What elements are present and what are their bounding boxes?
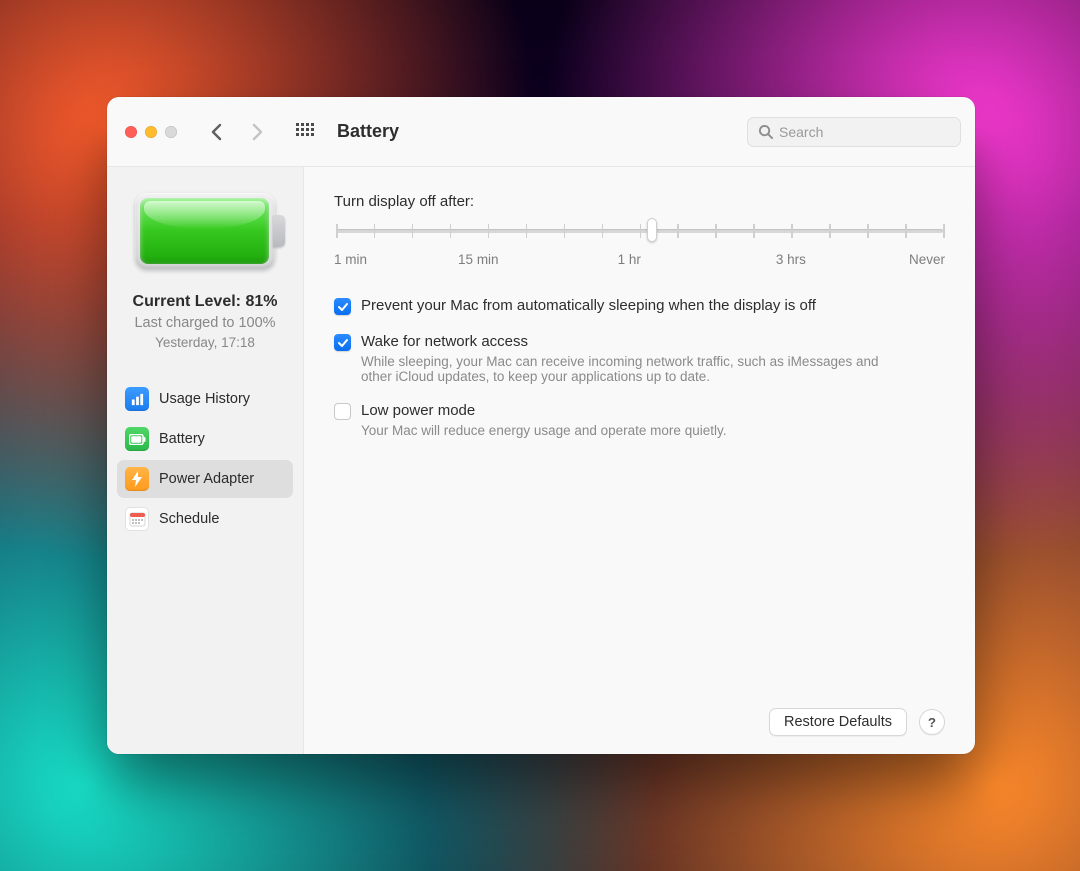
slider-tick-label: Never [909, 252, 945, 267]
close-window-button[interactable] [125, 126, 137, 138]
display-off-slider[interactable] [336, 222, 943, 238]
sidebar-nav: Usage History Battery Power Adapter [107, 380, 303, 538]
option-desc: While sleeping, your Mac can receive inc… [361, 354, 901, 384]
footer: Restore Defaults ? [334, 708, 945, 736]
preferences-window: Battery Current Level: 81% Last charged … [107, 97, 975, 754]
sidebar-item-label: Schedule [159, 511, 219, 527]
show-all-icon[interactable] [293, 120, 317, 144]
restore-defaults-button[interactable]: Restore Defaults [769, 708, 907, 736]
power-adapter-icon [125, 467, 149, 491]
slider-tick-label: 3 hrs [776, 252, 806, 267]
search-input[interactable] [779, 124, 950, 140]
titlebar: Battery [107, 97, 975, 167]
option-title: Low power mode [361, 402, 726, 419]
checkbox-prevent-sleep[interactable] [334, 298, 351, 315]
help-button[interactable]: ? [919, 709, 945, 735]
slider-tick-label: 15 min [458, 252, 499, 267]
usage-history-icon [125, 387, 149, 411]
battery-illustration-icon [135, 193, 275, 269]
option-low-power: Low power mode Your Mac will reduce ener… [334, 402, 945, 438]
battery-status: Current Level: 81% Last charged to 100% … [107, 293, 303, 350]
slider-tick-label: 1 hr [618, 252, 641, 267]
schedule-icon [125, 507, 149, 531]
search-icon [758, 124, 773, 139]
window-title: Battery [337, 121, 399, 142]
slider-thumb[interactable] [647, 218, 657, 242]
slider-tick-label: 1 min [334, 252, 367, 267]
sidebar-item-label: Battery [159, 431, 205, 447]
battery-icon [125, 427, 149, 451]
sidebar-item-power-adapter[interactable]: Power Adapter [117, 460, 293, 498]
sidebar-item-label: Usage History [159, 391, 250, 407]
sidebar-item-schedule[interactable]: Schedule [117, 500, 293, 538]
forward-button[interactable] [245, 120, 269, 144]
current-level: Current Level: 81% [117, 293, 293, 311]
window-controls [125, 126, 177, 138]
sidebar-item-usage-history[interactable]: Usage History [117, 380, 293, 418]
options-list: Prevent your Mac from automatically slee… [334, 297, 945, 438]
slider-label: Turn display off after: [334, 193, 945, 210]
zoom-window-button[interactable] [165, 126, 177, 138]
search-field[interactable] [747, 117, 961, 147]
checkbox-low-power[interactable] [334, 403, 351, 420]
sidebar-item-label: Power Adapter [159, 471, 254, 487]
option-title: Prevent your Mac from automatically slee… [361, 297, 816, 314]
last-charged-time: Yesterday, 17:18 [117, 335, 293, 350]
main-pane: Turn display off after: 1 min 15 min 1 h… [304, 167, 975, 754]
checkbox-wake-network[interactable] [334, 334, 351, 351]
nav-arrows [205, 120, 269, 144]
back-button[interactable] [205, 120, 229, 144]
minimize-window-button[interactable] [145, 126, 157, 138]
last-charged: Last charged to 100% [117, 315, 293, 331]
slider-tick-labels: 1 min 15 min 1 hr 3 hrs Never [334, 252, 945, 267]
option-desc: Your Mac will reduce energy usage and op… [361, 423, 726, 438]
option-wake-network: Wake for network access While sleeping, … [334, 333, 945, 384]
slider-ticks [336, 224, 943, 238]
option-title: Wake for network access [361, 333, 901, 350]
sidebar-item-battery[interactable]: Battery [117, 420, 293, 458]
sidebar: Current Level: 81% Last charged to 100% … [107, 167, 304, 754]
option-prevent-sleep: Prevent your Mac from automatically slee… [334, 297, 945, 315]
